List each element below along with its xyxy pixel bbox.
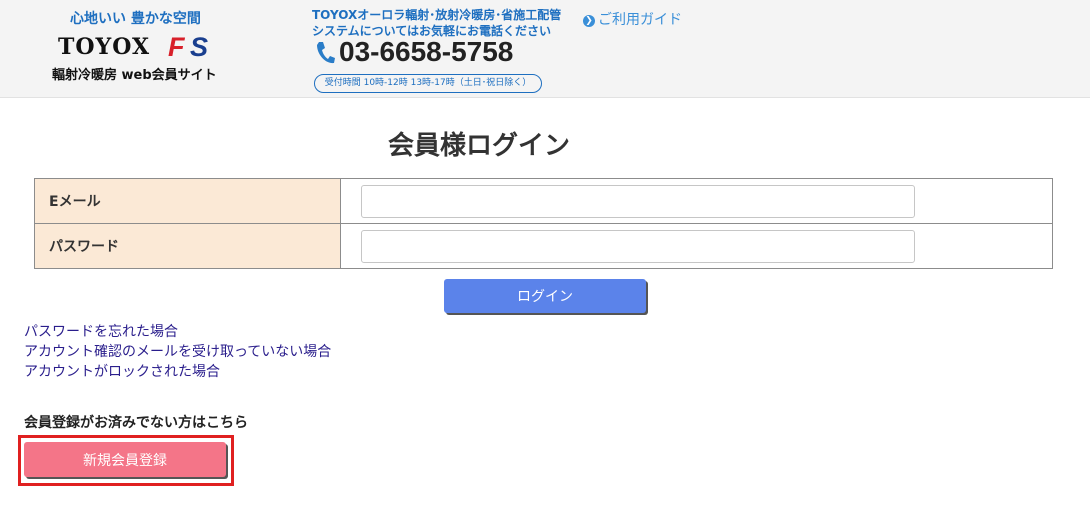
email-label: Eメール	[34, 178, 341, 224]
new-registration-button[interactable]: 新規会員登録	[24, 442, 226, 477]
phone-icon	[317, 42, 335, 64]
forgot-password-link[interactable]: パスワードを忘れた場合	[24, 322, 331, 342]
password-label: パスワード	[34, 223, 341, 269]
account-locked-link[interactable]: アカウントがロックされた場合	[24, 362, 331, 382]
chevron-right-circle-icon: ❯	[583, 15, 595, 27]
password-field[interactable]	[361, 229, 915, 263]
logo-subtitle: 輻射冷暖房 web会員サイト	[52, 68, 217, 83]
page-title: 会員様ログイン	[387, 131, 570, 161]
business-hours-badge: 受付時間 10時-12時 13時-17時（土日･祝日除く）	[314, 74, 542, 93]
email-cell	[340, 178, 1053, 224]
logo-fs-f: F	[168, 32, 186, 60]
phone-number[interactable]: 03-6658-5758	[339, 36, 513, 68]
logo-fs-s: S	[190, 32, 208, 60]
password-row: パスワード	[34, 223, 1053, 269]
site-header: 心地いい 豊かな空間 TOYOX F S 輻射冷暖房 web会員サイト TOYO…	[0, 0, 1090, 98]
email-row: Eメール	[34, 178, 1053, 224]
login-button[interactable]: ログイン	[444, 279, 646, 313]
help-links: パスワードを忘れた場合 アカウント確認のメールを受け取っていない場合 アカウント…	[24, 322, 331, 382]
password-cell	[340, 223, 1053, 269]
contact-description-line1: TOYOXオーロラ輻射･放射冷暖房･省施工配管	[312, 8, 562, 22]
register-prompt: 会員登録がお済みでない方はこちら	[24, 415, 248, 431]
logo-toyox[interactable]: TOYOX	[58, 34, 150, 60]
logo-fs-mark[interactable]: F S	[166, 32, 230, 60]
usage-guide-label: ご利用ガイド	[598, 12, 682, 28]
login-form-table: Eメール パスワード	[34, 178, 1053, 269]
usage-guide-link[interactable]: ❯ ご利用ガイド	[583, 9, 682, 29]
site-tagline: 心地いい 豊かな空間	[70, 11, 201, 27]
email-field[interactable]	[361, 184, 915, 218]
resend-confirmation-link[interactable]: アカウント確認のメールを受け取っていない場合	[24, 342, 331, 362]
